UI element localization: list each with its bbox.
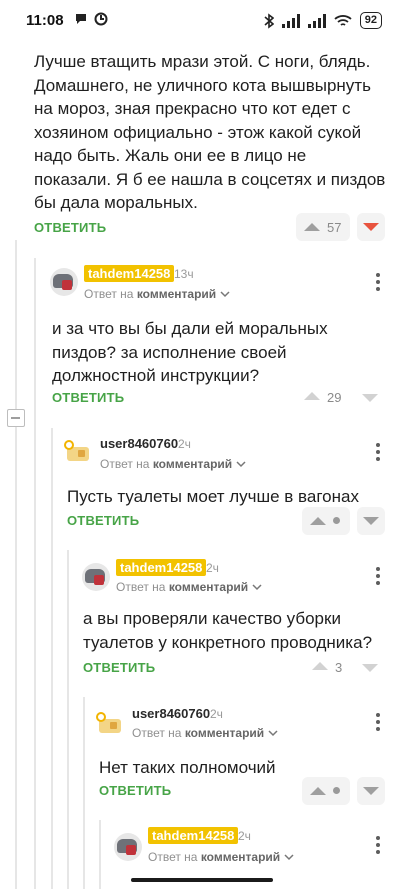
upvote-icon[interactable]	[304, 223, 320, 231]
thread-line	[15, 240, 17, 889]
comment-text: и за что вы бы дали ей моральных пиздов?…	[52, 319, 328, 385]
avatar[interactable]	[114, 833, 142, 861]
notification-icons	[74, 12, 108, 26]
collapse-thread-button[interactable]	[7, 409, 25, 427]
comment-text: Пусть туалеты моет лучше в вагонах	[67, 487, 359, 506]
downvote-icon	[363, 787, 379, 795]
username[interactable]: tahdem14258	[84, 265, 175, 282]
rating-box	[302, 507, 350, 535]
reply-to-info[interactable]: Ответ на комментарий	[132, 726, 278, 740]
downvote-icon	[363, 223, 379, 231]
comment-time: 2ч	[238, 829, 251, 843]
reply-to-info[interactable]: Ответ на комментарий	[84, 287, 230, 301]
more-options-icon[interactable]	[376, 836, 380, 854]
comment-text: а вы проверяли качество уборки туалетов …	[83, 609, 373, 652]
chat-icon	[76, 14, 86, 24]
avatar[interactable]	[64, 438, 92, 466]
status-time: 11:08	[26, 12, 64, 29]
username[interactable]: tahdem14258	[116, 559, 207, 576]
comment-time: 2ч	[210, 707, 223, 721]
downvote-icon	[363, 517, 379, 525]
comment-time: 13ч	[174, 267, 194, 281]
reply-button[interactable]: ОТВЕТИТЬ	[83, 660, 155, 675]
reply-to-info[interactable]: Ответ на комментарий	[100, 457, 246, 471]
system-icons: 92	[264, 12, 382, 29]
reply-to-target: комментарий	[200, 850, 281, 864]
rating-neutral-dot	[333, 517, 340, 524]
thread-line	[34, 258, 36, 889]
thread-line	[67, 550, 69, 889]
downvote-button[interactable]	[357, 213, 385, 241]
rating-box: 57	[296, 213, 350, 241]
rating-box	[302, 777, 350, 805]
more-options-icon[interactable]	[376, 443, 380, 461]
reply-to-target: комментарий	[152, 457, 233, 471]
avatar[interactable]	[96, 710, 124, 738]
reply-to-target: комментарий	[184, 726, 265, 740]
reply-to-prefix: Ответ на	[132, 726, 182, 740]
comment-time: 2ч	[206, 561, 219, 575]
wifi-icon	[334, 14, 352, 26]
downvote-button[interactable]	[357, 507, 385, 535]
battery-indicator: 92	[359, 12, 382, 29]
rating-count: 57	[327, 220, 342, 235]
more-options-icon[interactable]	[376, 567, 380, 585]
comment-text: Нет таких полномочий	[99, 758, 276, 777]
chevron-down-icon	[251, 584, 262, 591]
rating-count: 29	[327, 390, 342, 405]
more-options-icon[interactable]	[376, 713, 380, 731]
reply-button[interactable]: ОТВЕТИТЬ	[99, 783, 171, 798]
upvote-icon[interactable]	[304, 392, 320, 400]
thread-line	[51, 428, 53, 889]
username[interactable]: user8460760	[100, 436, 178, 451]
reply-to-prefix: Ответ на	[148, 850, 198, 864]
comment-text: Лучше втащить мрази этой. С ноги, блядь.…	[34, 52, 386, 212]
username[interactable]: tahdem14258	[148, 827, 239, 844]
reply-button[interactable]: ОТВЕТИТЬ	[52, 390, 124, 405]
reply-to-info[interactable]: Ответ на комментарий	[116, 580, 262, 594]
thread-line	[99, 820, 101, 889]
downvote-icon[interactable]	[362, 664, 378, 672]
chevron-down-icon	[235, 461, 246, 468]
downvote-button[interactable]	[357, 777, 385, 805]
reply-to-prefix: Ответ на	[84, 287, 134, 301]
bluetooth-icon	[264, 12, 274, 29]
rating-neutral-dot	[333, 787, 340, 794]
reply-button[interactable]: ОТВЕТИТЬ	[34, 220, 106, 235]
comment-time: 2ч	[178, 437, 191, 451]
downvote-icon[interactable]	[362, 394, 378, 402]
home-indicator[interactable]	[131, 878, 273, 882]
chevron-down-icon	[219, 291, 230, 298]
reply-to-prefix: Ответ на	[116, 580, 166, 594]
upvote-icon[interactable]	[312, 662, 328, 670]
chevron-down-icon	[283, 854, 294, 861]
more-options-icon[interactable]	[376, 273, 380, 291]
avatar[interactable]	[50, 268, 78, 296]
username[interactable]: user8460760	[132, 706, 210, 721]
rating-count: 3	[335, 660, 343, 675]
signal-icon-2	[307, 13, 326, 28]
signal-icon	[281, 13, 300, 28]
thread-line	[83, 697, 85, 889]
reply-to-prefix: Ответ на	[100, 457, 150, 471]
avatar[interactable]	[82, 563, 110, 591]
status-bar: 11:08 92	[0, 0, 400, 40]
reply-to-info[interactable]: Ответ на комментарий	[148, 850, 294, 864]
reply-to-target: комментарий	[136, 287, 217, 301]
sync-icon	[94, 12, 108, 26]
upvote-icon[interactable]	[310, 787, 326, 795]
reply-to-target: комментарий	[168, 580, 249, 594]
chevron-down-icon	[267, 730, 278, 737]
reply-button[interactable]: ОТВЕТИТЬ	[67, 513, 139, 528]
upvote-icon[interactable]	[310, 517, 326, 525]
